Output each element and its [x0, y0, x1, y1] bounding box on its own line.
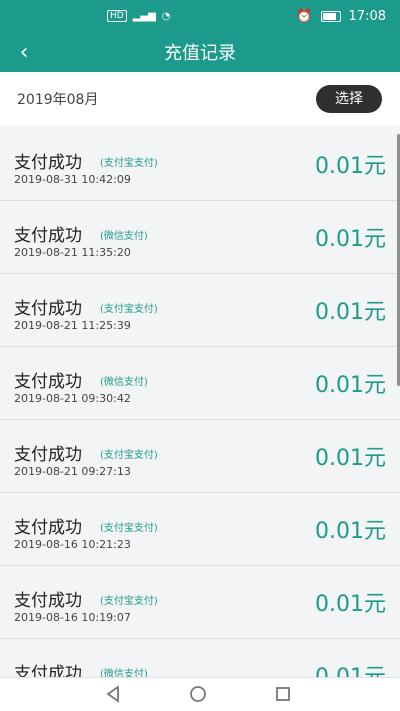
payment-amount: 0.01元 [315, 300, 386, 325]
payment-status: 支付成功 [14, 591, 82, 611]
select-month-button[interactable]: 选择 [316, 85, 382, 113]
selected-month: 2019年08月 [17, 92, 99, 108]
system-nav-bar [0, 677, 400, 711]
filter-bar: 2019年08月 选择 [0, 72, 400, 126]
payment-time: 2019-08-16 10:21:23 [14, 538, 131, 551]
list-item[interactable]: 支付成功 (微信支付) 0.01元 [0, 639, 400, 678]
payment-method: (支付宝支付) [100, 596, 158, 607]
payment-time: 2019-08-21 09:30:42 [14, 392, 131, 405]
app-header: ‹ 充值记录 [0, 36, 400, 72]
recent-square-icon[interactable] [273, 684, 297, 704]
hd-icon: HD [107, 10, 127, 22]
payment-time: 2019-08-31 10:42:09 [14, 173, 131, 186]
payment-method: (支付宝支付) [100, 158, 158, 169]
payment-amount: 0.01元 [315, 519, 386, 544]
payment-amount: 0.01元 [315, 446, 386, 471]
list-item[interactable]: 支付成功 (支付宝支付) 2019-08-21 09:27:13 0.01元 [0, 420, 400, 493]
payment-amount: 0.01元 [315, 373, 386, 398]
payment-method: (支付宝支付) [100, 523, 158, 534]
payment-status: 支付成功 [14, 299, 82, 319]
payment-time: 2019-08-16 10:19:07 [14, 611, 131, 624]
payment-amount: 0.01元 [315, 154, 386, 179]
list-item[interactable]: 支付成功 (支付宝支付) 2019-08-31 10:42:09 0.01元 [0, 128, 400, 201]
payment-method: (支付宝支付) [100, 450, 158, 461]
payment-method: (微信支付) [100, 231, 148, 242]
payment-status: 支付成功 [14, 664, 82, 678]
payment-amount: 0.01元 [315, 227, 386, 252]
recharge-record-list: 支付成功 (支付宝支付) 2019-08-31 10:42:09 0.01元 支… [0, 128, 400, 678]
payment-time: 2019-08-21 09:27:13 [14, 465, 131, 478]
home-circle-icon[interactable] [188, 684, 212, 704]
status-bar: HD ▂▄▆ ◔ ⏰ 17:08 [0, 0, 400, 36]
list-item[interactable]: 支付成功 (支付宝支付) 2019-08-16 10:21:23 0.01元 [0, 493, 400, 566]
payment-status: 支付成功 [14, 153, 82, 173]
payment-amount: 0.01元 [315, 665, 386, 678]
page-title: 充值记录 [164, 43, 236, 64]
status-right: ⏰ 17:08 [296, 9, 386, 24]
payment-amount: 0.01元 [315, 592, 386, 617]
payment-method: (支付宝支付) [100, 304, 158, 315]
payment-time: 2019-08-21 11:25:39 [14, 319, 131, 332]
payment-time: 2019-08-21 11:35:20 [14, 246, 131, 259]
payment-status: 支付成功 [14, 226, 82, 246]
4g-signal-icon: ▂▄▆ [132, 10, 156, 22]
payment-method: (微信支付) [100, 377, 148, 388]
status-left-icons: HD ▂▄▆ ◔ [107, 10, 171, 22]
payment-status: 支付成功 [14, 445, 82, 465]
list-item[interactable]: 支付成功 (微信支付) 2019-08-21 09:30:42 0.01元 [0, 347, 400, 420]
back-triangle-icon[interactable] [103, 684, 127, 704]
list-item[interactable]: 支付成功 (微信支付) 2019-08-21 11:35:20 0.01元 [0, 201, 400, 274]
list-item[interactable]: 支付成功 (支付宝支付) 2019-08-16 10:19:07 0.01元 [0, 566, 400, 639]
list-item[interactable]: 支付成功 (支付宝支付) 2019-08-21 11:25:39 0.01元 [0, 274, 400, 347]
payment-status: 支付成功 [14, 518, 82, 538]
wifi-icon: ◔ [161, 10, 171, 22]
alarm-icon: ⏰ [296, 9, 313, 24]
status-time: 17:08 [348, 9, 386, 24]
payment-status: 支付成功 [14, 372, 82, 392]
battery-icon [320, 11, 341, 22]
